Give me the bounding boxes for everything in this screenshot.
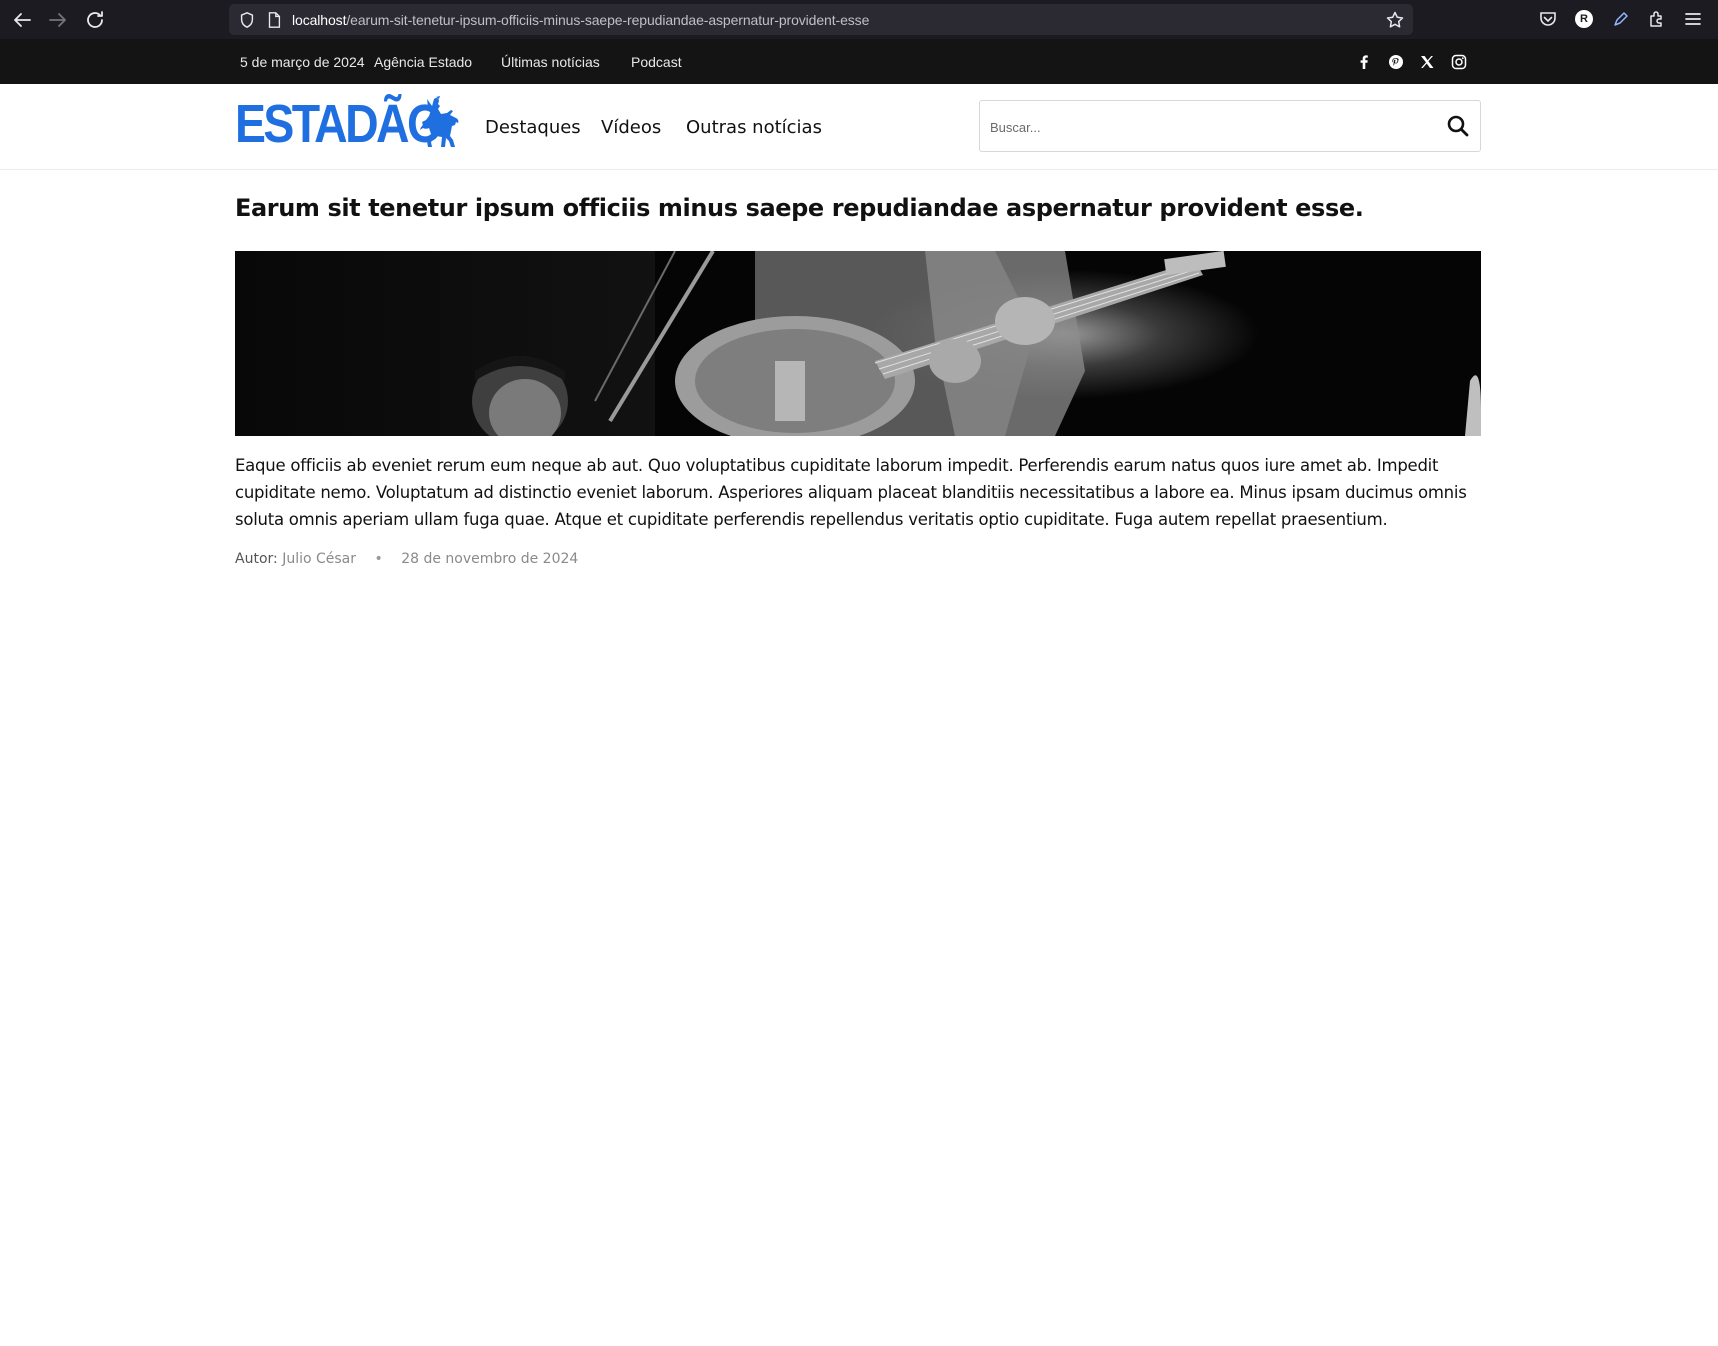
publish-date: 28 de novembro de 2024 [401, 551, 579, 567]
logo-text: ESTADÃO [235, 94, 443, 154]
topbar-link-podcast[interactable]: Podcast [631, 54, 682, 70]
author-label: Autor: [235, 551, 278, 567]
article-meta: Autor: Julio César • 28 de novembro de 2… [235, 551, 578, 567]
extensions-icon[interactable] [1647, 9, 1667, 29]
x-icon[interactable] [1418, 53, 1436, 71]
back-icon[interactable] [10, 8, 34, 32]
shield-icon[interactable] [238, 11, 256, 29]
topbar-link-ultimas-noticias[interactable]: Últimas notícias [501, 54, 600, 70]
search-input[interactable] [990, 116, 1430, 138]
author-name: Julio César [282, 551, 357, 567]
site-logo[interactable]: ESTADÃO [235, 94, 459, 154]
nav-videos[interactable]: Vídeos [601, 117, 661, 138]
page-icon [268, 12, 281, 28]
current-date: 5 de março de 2024 [240, 54, 365, 70]
address-bar[interactable]: localhost/earum-sit-tenetur-ipsum-offici… [229, 4, 1413, 35]
nav-outras-noticias[interactable]: Outras notícias [686, 117, 822, 138]
bookmark-star-icon[interactable] [1385, 10, 1405, 30]
reload-icon[interactable] [83, 8, 107, 32]
url-path: /earum-sit-tenetur-ipsum-officiis-minus-… [346, 12, 870, 28]
facebook-icon[interactable] [1355, 53, 1373, 71]
meta-separator: • [374, 551, 383, 567]
pinterest-icon[interactable] [1387, 53, 1405, 71]
article-hero-image [235, 251, 1481, 436]
forward-icon[interactable] [46, 8, 70, 32]
pen-icon[interactable] [1611, 9, 1631, 29]
search-box [979, 100, 1481, 152]
top-strip: 5 de março de 2024 Agência Estado Última… [0, 39, 1718, 84]
instagram-icon[interactable] [1450, 53, 1468, 71]
topbar-link-agencia-estado[interactable]: Agência Estado [374, 54, 472, 70]
article-title: Earum sit tenetur ipsum officiis minus s… [235, 194, 1364, 222]
menu-icon[interactable] [1683, 9, 1703, 29]
url-text[interactable]: localhost/earum-sit-tenetur-ipsum-offici… [292, 12, 869, 28]
site-header: ESTADÃO Destaques Vídeos Outras notícias [0, 84, 1718, 170]
article-body: Eaque officiis ab eveniet rerum eum nequ… [235, 456, 1467, 529]
url-host: localhost [292, 12, 347, 28]
browser-toolbar: localhost/earum-sit-tenetur-ipsum-offici… [0, 0, 1718, 39]
horseman-logo-icon [420, 96, 459, 147]
pocket-icon[interactable] [1538, 9, 1558, 29]
search-icon[interactable] [1446, 114, 1472, 140]
nav-destaques[interactable]: Destaques [485, 117, 581, 138]
profile-avatar[interactable]: R [1575, 10, 1593, 28]
